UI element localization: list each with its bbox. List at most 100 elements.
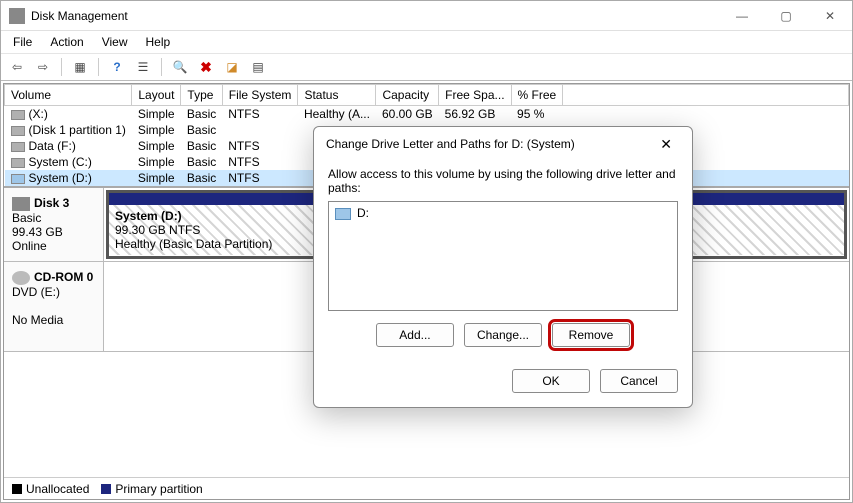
col-volume[interactable]: Volume bbox=[5, 85, 132, 106]
drive-entry-label: D: bbox=[357, 206, 369, 220]
cdrom-name: CD-ROM 0 bbox=[34, 270, 93, 284]
volume-icon bbox=[11, 142, 25, 152]
cell-volume: System (C:) bbox=[5, 154, 132, 170]
cell-fs: NTFS bbox=[222, 154, 298, 170]
toolbar-separator bbox=[161, 58, 162, 76]
col-free[interactable]: Free Spa... bbox=[439, 85, 511, 106]
change-drive-letter-dialog: Change Drive Letter and Paths for D: (Sy… bbox=[313, 126, 693, 408]
cell-layout: Simple bbox=[132, 106, 181, 123]
cell-type: Basic bbox=[181, 138, 222, 154]
add-button[interactable]: Add... bbox=[376, 323, 454, 347]
cell-free: 56.92 GB bbox=[439, 106, 511, 123]
dialog-action-buttons: Add... Change... Remove bbox=[328, 323, 678, 347]
disk3-name: Disk 3 bbox=[34, 196, 69, 210]
maximize-button[interactable]: ▢ bbox=[764, 1, 808, 31]
help-icon[interactable]: ? bbox=[107, 57, 127, 77]
cancel-button[interactable]: Cancel bbox=[600, 369, 678, 393]
cell-fs: NTFS bbox=[222, 170, 298, 186]
change-button[interactable]: Change... bbox=[464, 323, 542, 347]
col-status[interactable]: Status bbox=[298, 85, 376, 106]
dialog-close-button[interactable]: ✕ bbox=[652, 132, 680, 157]
dialog-body: Allow access to this volume by using the… bbox=[314, 161, 692, 407]
legend-unallocated: Unallocated bbox=[12, 482, 89, 496]
volume-icon bbox=[11, 158, 25, 168]
cell-volume: Data (F:) bbox=[5, 138, 132, 154]
window-controls: — ▢ ✕ bbox=[720, 1, 852, 31]
ok-button[interactable]: OK bbox=[512, 369, 590, 393]
volume-icon bbox=[11, 174, 25, 184]
drive-paths-listbox[interactable]: D: bbox=[328, 201, 678, 311]
cell-layout: Simple bbox=[132, 154, 181, 170]
col-pctfree[interactable]: % Free bbox=[511, 85, 563, 106]
titlebar: Disk Management — ▢ ✕ bbox=[1, 1, 852, 31]
cdrom-label-panel: CD-ROM 0 DVD (E:) No Media bbox=[4, 262, 104, 351]
back-icon[interactable]: ⇦ bbox=[7, 57, 27, 77]
cell-fs bbox=[222, 122, 298, 138]
refresh-icon[interactable]: 🔍 bbox=[170, 57, 190, 77]
table-row[interactable]: (X:)SimpleBasicNTFSHealthy (A...60.00 GB… bbox=[5, 106, 849, 123]
disk3-type: Basic bbox=[12, 211, 41, 225]
dialog-title: Change Drive Letter and Paths for D: (Sy… bbox=[326, 137, 652, 151]
menu-file[interactable]: File bbox=[5, 33, 40, 51]
disk-icon bbox=[12, 197, 30, 211]
window-title: Disk Management bbox=[31, 9, 720, 23]
action-icon[interactable]: ◪ bbox=[222, 57, 242, 77]
col-layout[interactable]: Layout bbox=[132, 85, 181, 106]
minimize-button[interactable]: — bbox=[720, 1, 764, 31]
dialog-confirm-buttons: OK Cancel bbox=[328, 369, 678, 393]
cell-pct: 95 % bbox=[511, 106, 563, 123]
menu-help[interactable]: Help bbox=[138, 33, 179, 51]
cell-type: Basic bbox=[181, 154, 222, 170]
disk3-status: Online bbox=[12, 239, 47, 253]
drive-entry[interactable]: D: bbox=[335, 206, 671, 220]
volume-icon bbox=[11, 110, 25, 120]
cdrom-status: No Media bbox=[12, 313, 63, 327]
cell-volume: (Disk 1 partition 1) bbox=[5, 122, 132, 138]
volume-icon bbox=[11, 126, 25, 136]
close-button[interactable]: ✕ bbox=[808, 1, 852, 31]
cell-layout: Simple bbox=[132, 122, 181, 138]
cell-type: Basic bbox=[181, 122, 222, 138]
partition-size: 99.30 GB NTFS bbox=[115, 223, 200, 237]
cdrom-icon bbox=[12, 271, 30, 285]
remove-button[interactable]: Remove bbox=[552, 323, 630, 347]
cell-type: Basic bbox=[181, 170, 222, 186]
cell-type: Basic bbox=[181, 106, 222, 123]
properties-icon[interactable]: ☰ bbox=[133, 57, 153, 77]
disk-management-window: Disk Management — ▢ ✕ File Action View H… bbox=[0, 0, 853, 503]
legend: Unallocated Primary partition bbox=[4, 477, 849, 499]
menubar: File Action View Help bbox=[1, 31, 852, 53]
cell-volume: System (D:) bbox=[5, 170, 132, 186]
partition-name: System (D:) bbox=[115, 209, 182, 223]
table-header-row: Volume Layout Type File System Status Ca… bbox=[5, 85, 849, 106]
legend-primary: Primary partition bbox=[101, 482, 202, 496]
cell-capacity: 60.00 GB bbox=[376, 106, 439, 123]
cell-status: Healthy (A... bbox=[298, 106, 376, 123]
list-icon[interactable]: ▤ bbox=[248, 57, 268, 77]
disk3-size: 99.43 GB bbox=[12, 225, 63, 239]
col-type[interactable]: Type bbox=[181, 85, 222, 106]
cell-volume: (X:) bbox=[5, 106, 132, 123]
legend-swatch-blue bbox=[101, 484, 111, 494]
dialog-instruction: Allow access to this volume by using the… bbox=[328, 167, 678, 195]
forward-icon[interactable]: ⇨ bbox=[33, 57, 53, 77]
dialog-titlebar: Change Drive Letter and Paths for D: (Sy… bbox=[314, 127, 692, 161]
legend-primary-label: Primary partition bbox=[115, 482, 202, 496]
cell-fs: NTFS bbox=[222, 138, 298, 154]
col-capacity[interactable]: Capacity bbox=[376, 85, 439, 106]
legend-swatch-black bbox=[12, 484, 22, 494]
toolbar-separator bbox=[98, 58, 99, 76]
delete-icon[interactable]: ✖ bbox=[196, 57, 216, 77]
toolbar-separator bbox=[61, 58, 62, 76]
disk3-label-panel: Disk 3 Basic 99.43 GB Online bbox=[4, 188, 104, 261]
legend-unallocated-label: Unallocated bbox=[26, 482, 89, 496]
menu-view[interactable]: View bbox=[94, 33, 136, 51]
col-spacer bbox=[563, 85, 849, 106]
show-hide-icon[interactable]: ▦ bbox=[70, 57, 90, 77]
cell-layout: Simple bbox=[132, 170, 181, 186]
app-icon bbox=[9, 8, 25, 24]
cell-layout: Simple bbox=[132, 138, 181, 154]
col-filesystem[interactable]: File System bbox=[222, 85, 298, 106]
menu-action[interactable]: Action bbox=[42, 33, 91, 51]
partition-status: Healthy (Basic Data Partition) bbox=[115, 237, 272, 251]
